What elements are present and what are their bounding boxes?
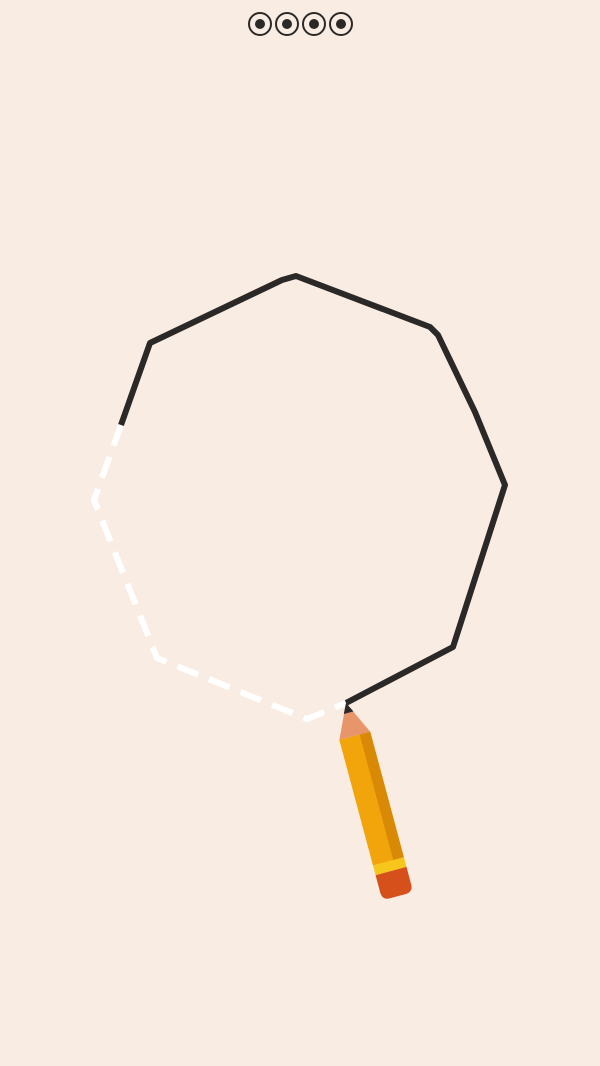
guide-dashed-line (90, 423, 348, 723)
game-screen[interactable] (0, 0, 600, 1066)
drawing-canvas[interactable] (0, 0, 600, 1066)
drawn-line (118, 273, 508, 706)
pencil-icon[interactable] (331, 699, 414, 900)
